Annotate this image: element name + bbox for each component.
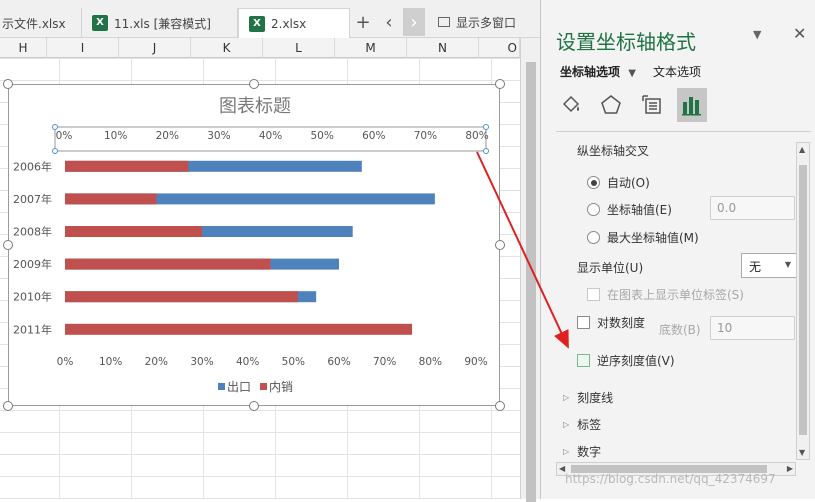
annotation-overlay <box>476 151 569 349</box>
red-arrow-icon <box>476 151 569 349</box>
